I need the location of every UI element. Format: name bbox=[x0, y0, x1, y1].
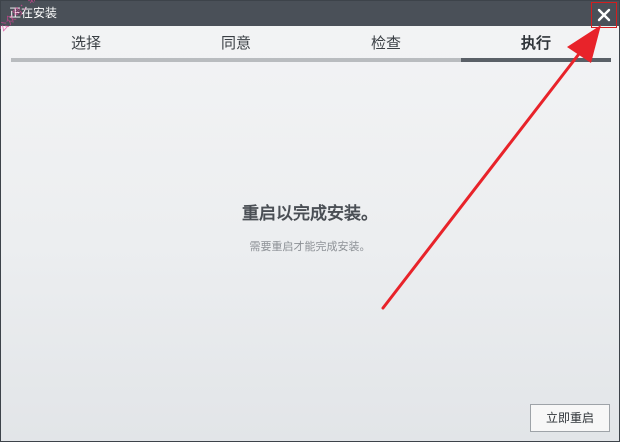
step-label: 选择 bbox=[70, 34, 101, 52]
step-progress-bar bbox=[461, 58, 611, 62]
restart-heading: 重启以完成安装。 bbox=[242, 204, 378, 224]
step-agree: 同意 bbox=[161, 26, 311, 62]
step-select: 选择 bbox=[11, 26, 161, 62]
restart-subtext: 需要重启才能完成安装。 bbox=[249, 240, 371, 253]
step-label: 检查 bbox=[370, 34, 401, 52]
close-icon bbox=[597, 8, 611, 22]
restart-now-button[interactable]: 立即重启 bbox=[530, 404, 610, 432]
title-bar: 正在安装 bbox=[1, 1, 619, 28]
step-label: 同意 bbox=[220, 34, 251, 52]
step-label: 执行 bbox=[520, 34, 551, 52]
step-progress-bar bbox=[11, 58, 161, 62]
step-execute: 执行 bbox=[461, 26, 611, 62]
step-indicator: 选择 同意 检查 执行 bbox=[11, 26, 611, 62]
close-button[interactable] bbox=[591, 2, 617, 28]
step-progress-bar bbox=[161, 58, 311, 62]
step-check: 检查 bbox=[311, 26, 461, 62]
step-progress-bar bbox=[311, 58, 461, 62]
installer-window: 正在安装 选择 同意 检查 执行 重启以完成安装。 需要重启才能完成安装。 立即… bbox=[0, 0, 620, 442]
